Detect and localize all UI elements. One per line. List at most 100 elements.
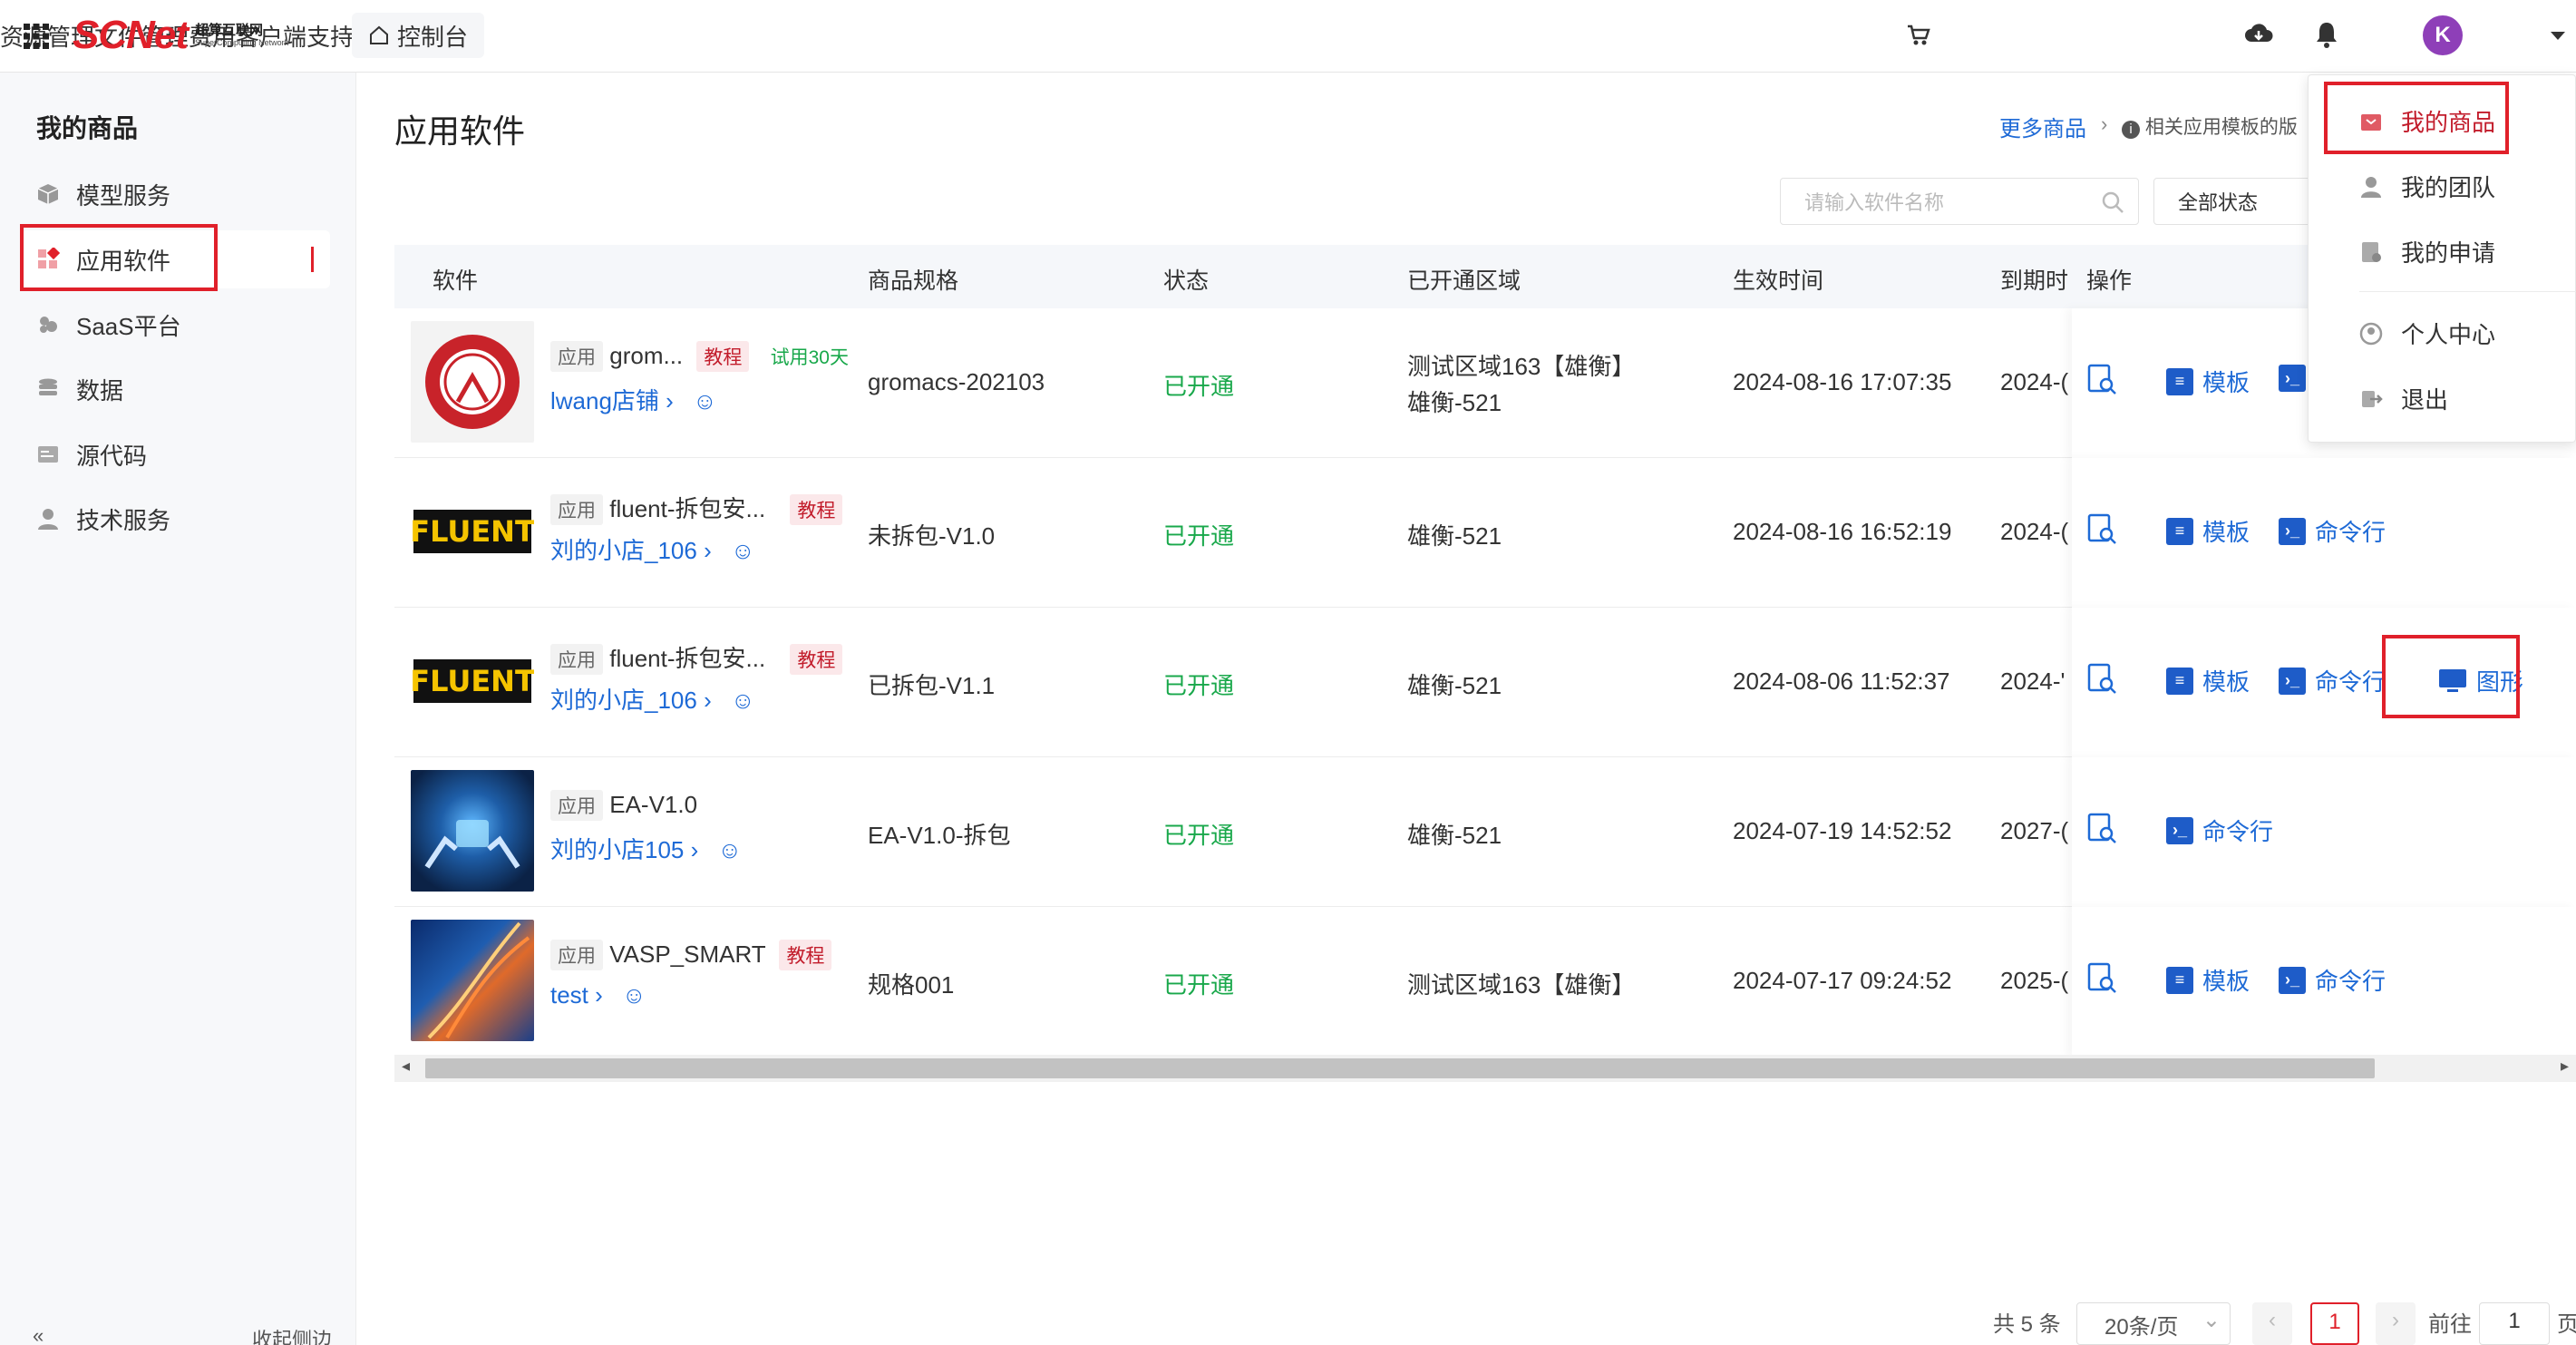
shop-link[interactable]: 刘的小店_106 [550,537,697,564]
terminal-icon: ›_ [2279,667,2306,695]
user-dropdown-menu: 我的商品 我的团队 我的申请 个人中心 退出 [2308,74,2576,443]
detail-search-icon[interactable] [2086,363,2117,395]
cloud-download-icon[interactable] [2243,20,2274,49]
status-cell: 已开通 [1163,672,1235,699]
goto-page-input[interactable]: 1 [2479,1302,2550,1345]
sidebar-item-data[interactable]: 数据 [22,360,330,418]
menu-my-team[interactable]: 我的团队 [2359,170,2495,203]
product-name[interactable]: VASP_SMART [609,941,765,968]
shop-link[interactable]: lwang店铺 [550,387,659,414]
chat-icon[interactable]: ☺ [731,537,755,564]
console-label: 控制台 [397,23,469,51]
sidebar-item-tech-service[interactable]: 技术服务 [22,490,330,548]
note-text: 相关应用模板的版 [2144,117,2298,138]
header-region: 已开通区域 [1407,268,1521,294]
tutorial-tag[interactable]: 教程 [790,494,843,525]
region-cell: 测试区域163【雄衡】 [1407,971,1636,999]
menu-my-applications[interactable]: 我的申请 [2359,235,2495,268]
menu-personal-center[interactable]: 个人中心 [2359,317,2495,350]
scroll-left-icon[interactable]: ◂ [402,1057,410,1076]
detail-search-icon[interactable] [2086,512,2117,545]
info-icon: i [2122,121,2140,139]
search-input[interactable]: 请输入软件名称 [1780,178,2139,225]
sidebar-item-label: SaaS平台 [76,312,181,340]
scroll-right-icon[interactable]: ▸ [2561,1057,2569,1076]
trial-tag: 试用30天 [770,347,849,368]
shop-link[interactable]: 刘的小店105 [550,836,684,863]
collapse-sidebar-button[interactable]: « 收起侧边 [33,1324,332,1345]
expire-cell: 2025-( [2000,967,2069,994]
spec-cell: EA-V1.0-拆包 [868,822,1011,849]
scrollbar-thumb[interactable] [425,1058,2375,1078]
detail-search-icon[interactable] [2086,662,2117,695]
code-icon [38,446,58,463]
graphic-button[interactable]: 图形 [2438,664,2523,697]
spec-cell: 已拆包-V1.1 [868,672,996,699]
page-number-current[interactable]: 1 [2310,1302,2359,1345]
menu-logout[interactable]: 退出 [2359,382,2448,415]
chat-icon[interactable]: ☺ [718,836,743,863]
nav-support[interactable]: 支持 [306,19,354,53]
logo-text: SCNet [73,13,189,57]
fluent-logo: FLUENT [411,620,534,742]
sidebar-item-saas[interactable]: SaaS平台 [22,296,330,354]
template-button[interactable]: ≡ 模板 [2166,963,2250,997]
template-button[interactable]: ≡ 模板 [2166,365,2250,398]
terminal-icon: ›_ [2279,517,2306,545]
caret-down-icon[interactable] [2550,31,2566,42]
tutorial-tag[interactable]: 教程 [790,644,843,675]
command-line-button[interactable]: ›_ 命令行 [2279,664,2386,697]
region-cell: 雄衡-521 [1407,672,1502,699]
command-line-button[interactable]: ›_ 命令行 [2279,963,2386,997]
detail-search-icon[interactable] [2086,961,2117,994]
shop-link[interactable]: test [550,981,588,1009]
expire-cell: 2024-' [2000,668,2066,695]
sidebar-item-app-software[interactable]: 应用软件 [22,230,330,288]
cart-icon[interactable] [1906,24,1931,47]
product-name[interactable]: EA-V1.0 [609,791,697,818]
command-line-button[interactable]: ›_ 命令行 [2166,814,2273,847]
command-line-button[interactable]: ›_ [2279,365,2306,392]
product-name[interactable]: fluent-拆包安... [609,495,765,522]
page-title: 应用软件 [394,112,526,150]
next-page-button[interactable]: › [2376,1302,2416,1345]
status-cell: 已开通 [1163,822,1235,849]
template-button[interactable]: ≡ 模板 [2166,664,2250,697]
actions-cell: ›_ 命令行 [2072,757,2576,907]
template-button[interactable]: ≡ 模板 [2166,514,2250,548]
shop-link[interactable]: 刘的小店_106 [550,687,697,714]
top-bar: SCNet 超算互联网 SuperComputing Network 控制台 资… [0,0,2576,73]
table-row: FLUENT 应用 fluent-拆包安... 教程 刘的小店_106 › ☺ … [394,458,2576,608]
more-products-link[interactable]: 更多商品 [1999,111,2086,142]
table-row: 应用 grom... 教程 试用30天 lwang店铺 › ☺ gromacs-… [394,308,2576,458]
prev-page-button[interactable]: ‹ [2252,1302,2292,1345]
console-button[interactable]: 控制台 [352,13,485,58]
region-cell: 雄衡-521 [1407,522,1502,550]
sidebar-item-model-service[interactable]: 模型服务 [22,165,330,223]
header-status: 状态 [1163,268,1210,294]
chat-icon[interactable]: ☺ [622,981,646,1009]
chat-icon[interactable]: ☺ [731,687,755,714]
user-avatar[interactable]: K [2423,15,2463,55]
apps-grid-icon[interactable] [22,22,51,51]
page-size-select[interactable]: 20条/页 ⌄ [2076,1302,2231,1345]
home-icon [370,25,388,44]
product-name[interactable]: fluent-拆包安... [609,645,765,672]
database-icon [39,378,57,395]
command-line-button[interactable]: ›_ 命令行 [2279,514,2386,548]
double-chevron-left-icon: « [33,1324,44,1345]
menu-my-products[interactable]: 我的商品 [2359,104,2495,138]
tutorial-tag[interactable]: 教程 [779,940,832,970]
sidebar-item-source-code[interactable]: 源代码 [22,425,330,483]
cube-icon [37,184,59,204]
spec-cell: 规格001 [868,971,955,999]
detail-search-icon[interactable] [2086,812,2117,844]
tutorial-tag[interactable]: 教程 [696,341,750,372]
scnet-logo[interactable]: SCNet 超算互联网 SuperComputing Network [73,13,288,58]
horizontal-scrollbar[interactable]: ◂ ▸ [394,1055,2576,1082]
product-name[interactable]: grom... [609,342,683,369]
service-icon [38,509,58,530]
chat-icon[interactable]: ☺ [693,387,717,414]
menu-divider [2359,291,2576,292]
bell-icon[interactable] [2314,20,2339,49]
